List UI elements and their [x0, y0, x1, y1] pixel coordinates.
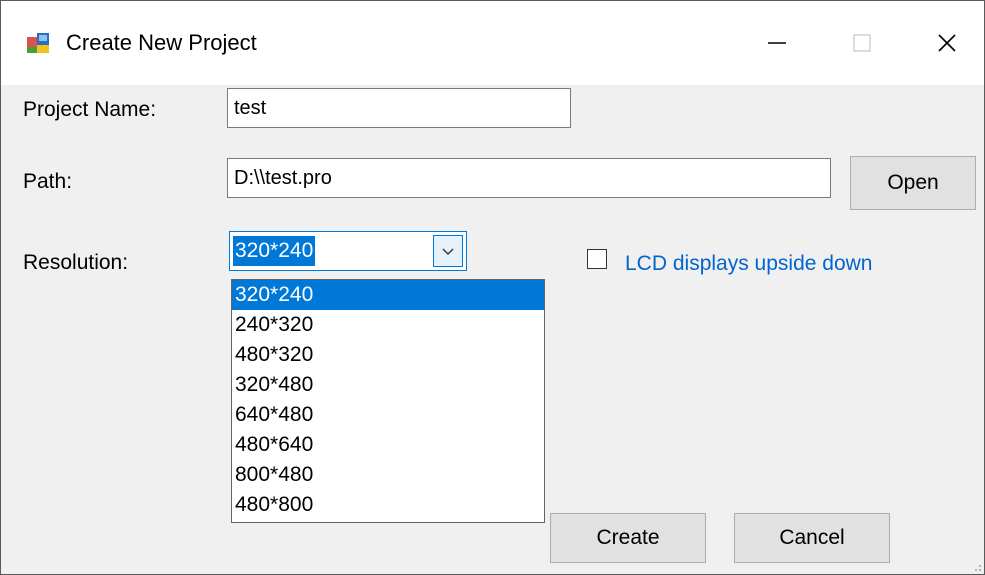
- resolution-selected-value: 320*240: [233, 236, 316, 266]
- project-name-input[interactable]: [227, 88, 571, 128]
- maximize-button: [816, 1, 908, 85]
- resolution-option[interactable]: 320*480: [232, 370, 544, 400]
- create-project-dialog: Create New Project Project Name: Path: O…: [0, 0, 985, 575]
- resolution-option[interactable]: 320*240: [232, 280, 544, 310]
- resolution-option[interactable]: 800*480: [232, 460, 544, 490]
- close-button[interactable]: [901, 1, 984, 85]
- resolution-label: Resolution:: [23, 251, 129, 274]
- maximize-icon: [853, 34, 871, 52]
- path-label: Path:: [23, 170, 73, 193]
- resolution-option[interactable]: 640*480: [232, 400, 544, 430]
- minimize-button[interactable]: [731, 1, 823, 85]
- cancel-button[interactable]: Cancel: [734, 513, 890, 563]
- lcd-upside-down-label[interactable]: LCD displays upside down: [625, 251, 872, 277]
- resolution-option[interactable]: 480*320: [232, 340, 544, 370]
- project-name-label: Project Name:: [23, 98, 157, 121]
- resize-grip-icon[interactable]: [970, 560, 982, 572]
- chevron-down-icon: [442, 248, 454, 255]
- title-bar[interactable]: Create New Project: [1, 1, 984, 85]
- path-input[interactable]: [227, 158, 831, 198]
- resolution-option[interactable]: 480*640: [232, 430, 544, 460]
- lcd-upside-down-checkbox[interactable]: [587, 249, 607, 269]
- resolution-combobox[interactable]: 320*240: [229, 231, 467, 271]
- minimize-icon: [768, 42, 786, 44]
- app-icon: [27, 33, 49, 53]
- close-icon: [938, 34, 956, 52]
- resolution-option[interactable]: 480*800: [232, 490, 544, 520]
- resolution-dropdown-list: 320*240 240*320 480*320 320*480 640*480 …: [231, 279, 545, 523]
- dropdown-button[interactable]: [433, 235, 463, 267]
- open-button[interactable]: Open: [850, 156, 976, 210]
- window-title: Create New Project: [66, 30, 257, 55]
- resolution-option[interactable]: 240*320: [232, 310, 544, 340]
- create-button[interactable]: Create: [550, 513, 706, 563]
